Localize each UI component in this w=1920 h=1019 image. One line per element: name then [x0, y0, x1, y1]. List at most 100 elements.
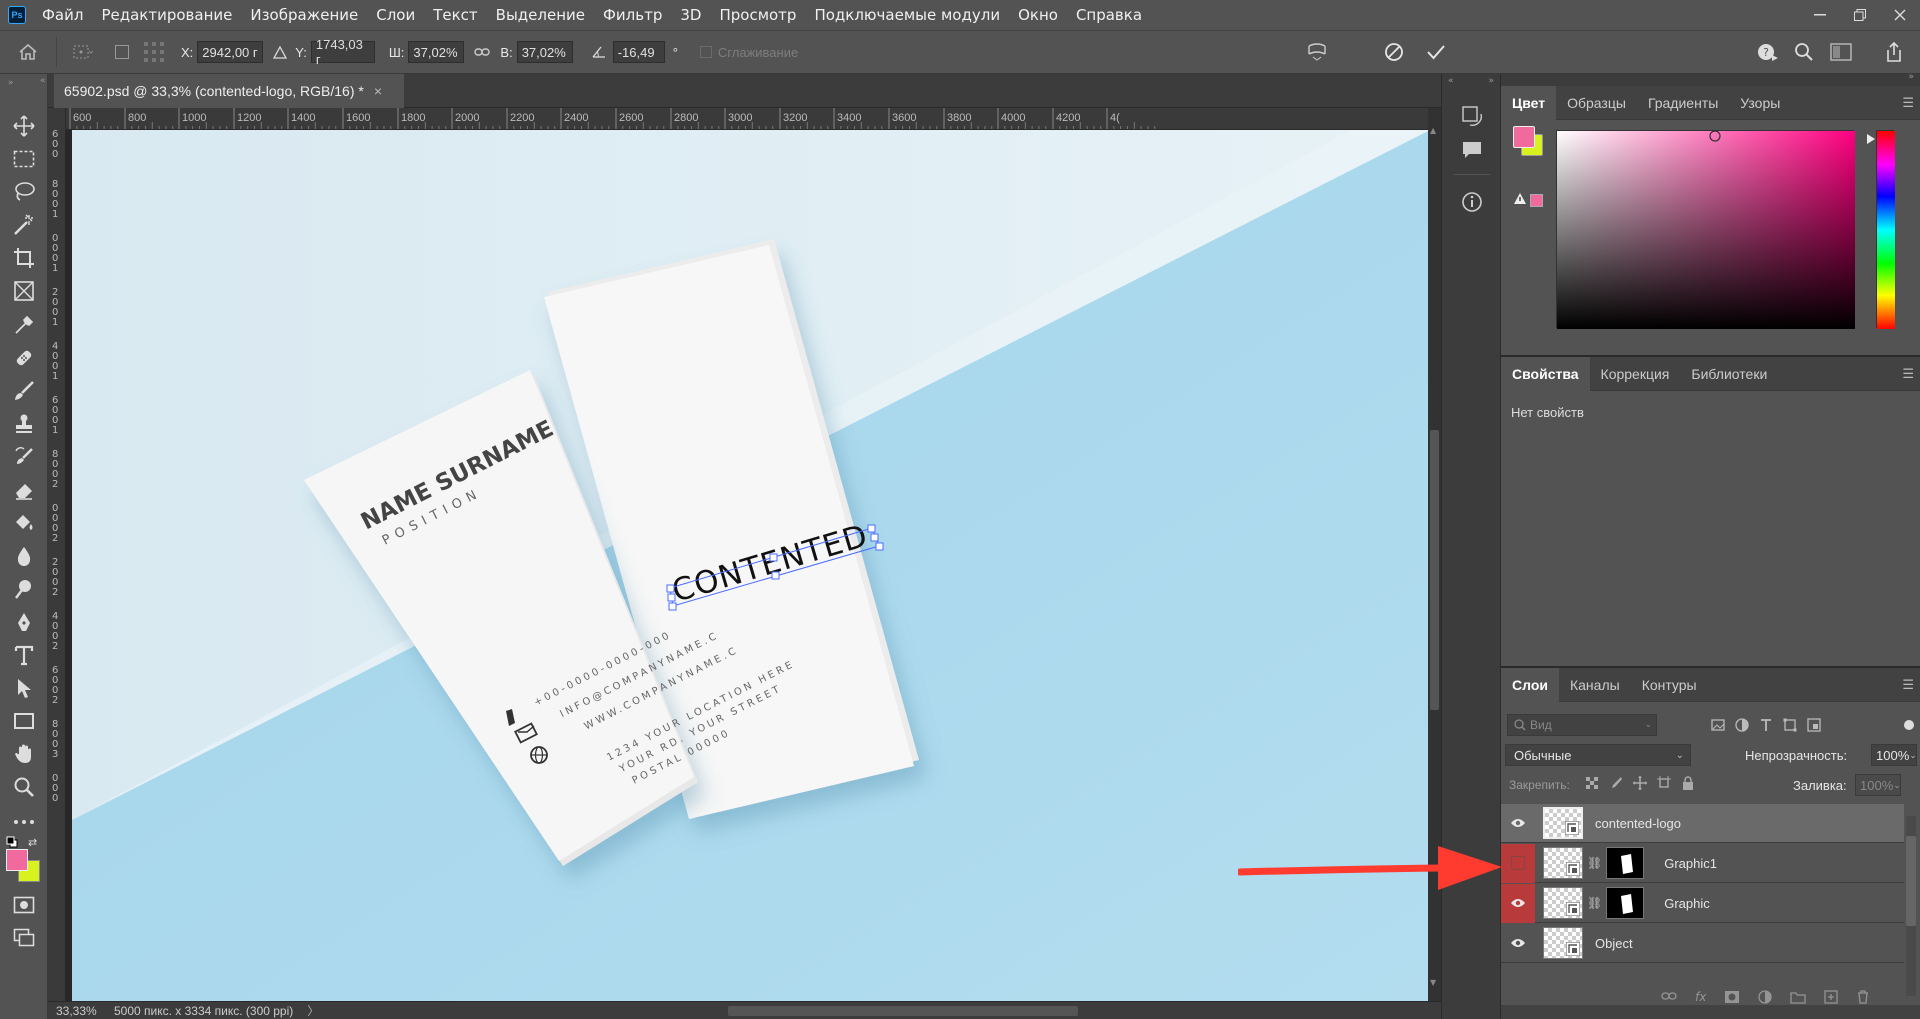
blend-mode-select[interactable]: Обычные ⌄ [1505, 744, 1691, 766]
home-icon[interactable] [0, 43, 56, 61]
crop-tool-icon[interactable] [12, 246, 36, 270]
eraser-tool-icon[interactable] [12, 478, 36, 502]
layers-panel-menu-icon[interactable]: ☰ [1902, 678, 1914, 693]
document-tab[interactable]: 65902.psd @ 33,3% (contented-logo, RGB/1… [54, 74, 404, 108]
adjustment-layer-icon[interactable] [1758, 990, 1772, 1004]
layer-row-contented-logo[interactable]: contented-logo [1501, 804, 1904, 843]
properties-panel-tab-2[interactable]: Библиотеки [1680, 357, 1778, 391]
color-panel-tab-0[interactable]: Цвет [1501, 85, 1557, 120]
width-field[interactable]: 37,02% [408, 41, 465, 63]
properties-panel-menu-icon[interactable]: ☰ [1902, 367, 1914, 382]
warp-icon[interactable] [1306, 41, 1328, 63]
new-layer-icon[interactable] [1824, 990, 1838, 1004]
search-icon[interactable] [1794, 42, 1814, 62]
screen-mode-icon[interactable] [12, 926, 36, 950]
default-colors-icon[interactable] [6, 836, 18, 848]
eye-icon[interactable] [1501, 924, 1535, 963]
lasso-tool-icon[interactable] [12, 179, 36, 203]
menu-item-0[interactable]: Файл [42, 6, 83, 24]
quick-mask-icon[interactable] [12, 893, 36, 917]
color-picker-field[interactable] [1556, 130, 1855, 329]
learn-icon[interactable]: ? [1756, 41, 1780, 63]
collapse-toolbar-icon[interactable]: » [8, 78, 14, 88]
close-window-icon[interactable] [1880, 0, 1920, 30]
hue-slider-handle[interactable] [1867, 134, 1875, 144]
reference-point-icon[interactable] [71, 43, 93, 61]
history-panel-icon[interactable] [1460, 104, 1484, 128]
brush-tool-icon[interactable] [12, 379, 36, 403]
layers-panel-tab-0[interactable]: Слои [1501, 667, 1559, 702]
layer-filter-toggle[interactable] [1904, 720, 1914, 730]
color-fg-swatch[interactable] [1513, 126, 1535, 148]
layer-row-graphic[interactable]: ⛓ Graphic [1501, 883, 1904, 923]
reference-grid-icon[interactable] [143, 41, 165, 63]
magic-wand-tool-icon[interactable] [12, 213, 36, 237]
rotate-angle-icon[interactable] [591, 45, 607, 59]
lock-transparency-icon[interactable] [1585, 776, 1599, 790]
opacity-field[interactable]: 100% ⌄ [1871, 744, 1917, 766]
gamut-color-swatch[interactable] [1530, 194, 1543, 207]
layer-row-object[interactable]: Object [1501, 924, 1904, 963]
menu-item-7[interactable]: 3D [680, 6, 701, 24]
hue-slider[interactable] [1876, 130, 1895, 329]
menu-item-6[interactable]: Фильтр [603, 6, 662, 24]
info-panel-icon[interactable] [1460, 190, 1484, 214]
horizontal-scroll-thumb[interactable] [728, 1006, 1078, 1016]
x-field[interactable]: 2942,00 г [197, 41, 264, 63]
delete-layer-icon[interactable] [1856, 990, 1870, 1004]
menu-item-3[interactable]: Слои [376, 6, 415, 24]
new-group-icon[interactable] [1790, 990, 1806, 1004]
layers-panel-tab-1[interactable]: Каналы [1559, 668, 1631, 702]
lock-artboard-icon[interactable] [1657, 776, 1671, 790]
filter-smart-object-icon[interactable] [1807, 718, 1821, 732]
document-canvas[interactable]: NAME SURNAME POSITION +00-0000-0000-000 … [66, 130, 1428, 1001]
menu-item-8[interactable]: Просмотр [719, 6, 796, 24]
reference-toggle-checkbox[interactable] [115, 45, 129, 59]
layer-mask-thumbnail[interactable] [1606, 887, 1645, 919]
lock-all-icon[interactable] [1681, 776, 1695, 790]
workspace-icon[interactable] [1830, 43, 1852, 61]
hand-tool-icon[interactable] [12, 742, 36, 766]
share-icon[interactable] [1884, 41, 1904, 63]
frame-tool-icon[interactable] [12, 279, 36, 303]
properties-panel-tab-1[interactable]: Коррекция [1590, 357, 1681, 391]
dodge-tool-icon[interactable] [12, 577, 36, 601]
paint-bucket-tool-icon[interactable] [12, 511, 36, 535]
lock-pixels-icon[interactable] [1609, 776, 1623, 790]
layer-effects-icon[interactable]: fx [1695, 990, 1706, 1004]
photoshop-logo[interactable]: Ps [8, 6, 26, 24]
link-layers-icon[interactable] [1661, 990, 1677, 1002]
layer-filter-search[interactable]: Вид ⌄ [1507, 714, 1657, 736]
height-field[interactable]: 37,02% [516, 41, 573, 63]
gamut-warning-icon[interactable] [1513, 192, 1527, 205]
color-panel-menu-icon[interactable]: ☰ [1902, 96, 1914, 111]
mask-link-icon[interactable]: ⛓ [1587, 856, 1602, 870]
lock-position-icon[interactable] [1633, 776, 1647, 790]
comments-panel-icon[interactable] [1460, 138, 1484, 162]
mask-link-icon[interactable]: ⛓ [1587, 896, 1602, 910]
filter-type-icon[interactable] [1759, 718, 1773, 732]
type-tool-icon[interactable] [12, 643, 36, 667]
status-arrow-icon[interactable]: 〉 [307, 1002, 319, 1019]
menu-item-4[interactable]: Текст [433, 6, 477, 24]
move-tool-icon[interactable] [12, 114, 36, 138]
healing-brush-tool-icon[interactable] [12, 346, 36, 370]
layer-row-graphic1[interactable]: ⛓ Graphic1 [1501, 843, 1904, 883]
zoom-tool-icon[interactable] [12, 775, 36, 799]
path-selection-tool-icon[interactable] [12, 676, 36, 700]
angle-field[interactable]: -16,49 [612, 41, 665, 63]
commit-transform-icon[interactable] [1426, 43, 1446, 61]
pen-tool-icon[interactable] [12, 610, 36, 634]
menu-item-1[interactable]: Редактирование [101, 6, 232, 24]
layer-mask-thumbnail[interactable] [1606, 847, 1645, 879]
marquee-tool-icon[interactable] [12, 147, 36, 171]
scroll-thumb[interactable] [1430, 430, 1439, 710]
menu-item-10[interactable]: Окно [1018, 6, 1058, 24]
fill-field[interactable]: 100% ⌄ [1855, 774, 1901, 796]
rectangle-tool-icon[interactable] [12, 709, 36, 733]
link-icon[interactable] [474, 47, 491, 57]
canvas-area[interactable]: NAME SURNAME POSITION +00-0000-0000-000 … [66, 130, 1428, 1001]
filter-adjustment-icon[interactable] [1735, 718, 1749, 732]
layers-scrollbar[interactable] [1906, 816, 1916, 996]
zoom-level[interactable]: 33,33% [48, 1004, 104, 1018]
